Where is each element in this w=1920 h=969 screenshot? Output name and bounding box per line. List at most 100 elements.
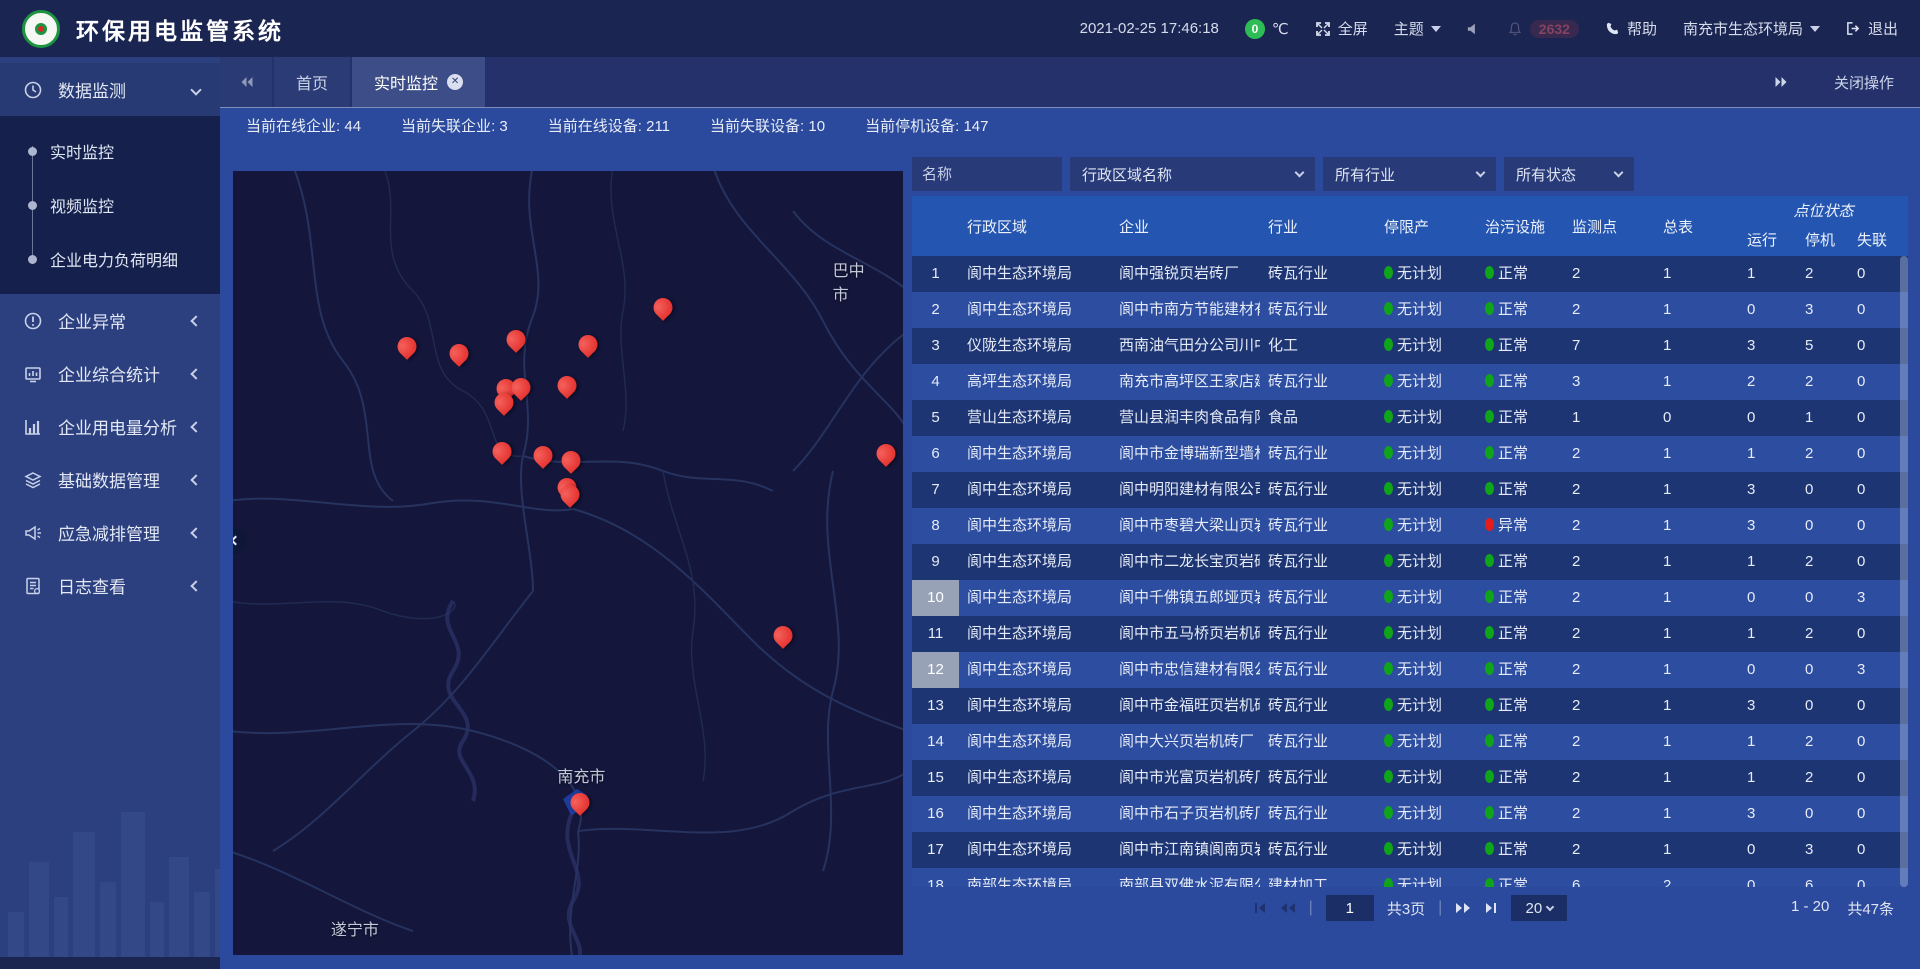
map-pin-icon[interactable] [506,330,525,349]
page-number-input[interactable] [1326,895,1374,921]
mute-button[interactable] [1467,22,1481,36]
chevron-down-icon [1431,26,1441,32]
status-dot-icon [1485,878,1494,887]
map-pin-icon[interactable] [579,335,598,354]
theme-dropdown[interactable]: 主题 [1394,18,1441,39]
table-row[interactable]: 10 阆中生态环境局 阆中千佛镇五郎垭页岩 砖瓦行业 无计划 正常 2 1 0 … [912,580,1908,616]
bell-icon [1507,21,1523,37]
tabs-scroll-right-button[interactable] [1756,57,1808,107]
industry-filter-select[interactable]: 所有行业 [1323,157,1496,191]
table-row[interactable]: 6 阆中生态环境局 阆中市金博瑞新型墙材 砖瓦行业 无计划 正常 2 1 1 2 [912,436,1908,472]
map-pin-icon[interactable] [571,793,590,812]
map-pin-icon[interactable] [450,344,469,363]
status-filter-select[interactable]: 所有状态 [1504,157,1634,191]
cell-limit-status: 无计划 [1376,436,1477,472]
first-page-button[interactable] [1253,902,1267,914]
table-row[interactable]: 5 营山生态环境局 营山县润丰肉食品有限 食品 无计划 正常 1 0 0 1 0 [912,400,1908,436]
help-button[interactable]: 帮助 [1605,18,1657,39]
sidebar-item-power-usage-analysis[interactable]: 企业用电量分析 [0,400,220,453]
table-row[interactable]: 11 阆中生态环境局 阆中市五马桥页岩机砖 砖瓦行业 无计划 正常 2 1 1 … [912,616,1908,652]
cell-limit-status: 无计划 [1376,616,1477,652]
temperature-widget: 0 ℃ [1245,19,1289,39]
row-index: 14 [912,724,959,760]
table-row[interactable]: 2 阆中生态环境局 阆中市南方节能建材有 砖瓦行业 无计划 正常 2 1 0 3 [912,292,1908,328]
column-header-facility: 治污设施 [1477,196,1564,256]
map-pin-icon[interactable] [493,442,512,461]
status-dot-icon [1485,806,1494,819]
previous-page-button[interactable] [1280,902,1296,914]
map-pin-icon[interactable] [562,451,581,470]
close-operations-button[interactable]: 关闭操作 [1808,57,1920,107]
page-size-select[interactable]: 20 [1511,895,1567,921]
enterprise-table-panel: 行政区域名称 所有行业 所有状态 行政区域 企业 行业 停限产 治污设施 [912,157,1908,925]
sidebar-item-data-monitoring[interactable]: 数据监测 [0,63,220,116]
status-dot-icon [1485,374,1494,387]
region-filter-select[interactable]: 行政区域名称 [1070,157,1315,191]
table-row[interactable]: 13 阆中生态环境局 阆中市金福旺页岩机砖 砖瓦行业 无计划 正常 2 1 3 … [912,688,1908,724]
cell-total-meter: 1 [1655,436,1739,472]
stat-item: 当前在线企业44 [246,115,361,136]
sidebar-item-enterprise-statistics[interactable]: 企业综合统计 [0,347,220,400]
map-pin-icon[interactable] [561,485,580,504]
table-row[interactable]: 8 阆中生态环境局 阆中市枣碧大梁山页岩 砖瓦行业 无计划 异常 2 1 3 0 [912,508,1908,544]
table-row[interactable]: 3 仪陇生态环境局 西南油气田分公司川中 化工 无计划 正常 7 1 3 5 0 [912,328,1908,364]
logout-button[interactable]: 退出 [1846,18,1898,39]
tabs-scroll-left-button[interactable] [220,57,272,107]
sidebar-item-video-monitoring[interactable]: 视频监控 [0,178,220,232]
column-group-point-status: 点位状态 [1739,196,1908,222]
map-pin-icon[interactable] [494,393,513,412]
notifications[interactable]: 2632 [1507,20,1579,38]
table-row[interactable]: 18 南部生态环境局 南部县双佛水泥有限公 建材加工 无计划 正常 6 2 0 … [912,868,1908,887]
status-dot-icon [1485,590,1494,603]
last-page-button[interactable] [1484,902,1498,914]
tab-home[interactable]: 首页 [274,57,350,107]
cell-stopped: 0 [1797,688,1849,724]
chevron-left-icon [190,580,201,591]
cell-total-meter: 1 [1655,508,1739,544]
table-row[interactable]: 4 高坪生态环境局 南充市高坪区王家店建 砖瓦行业 无计划 正常 3 1 2 2 [912,364,1908,400]
stats-board-icon [22,364,44,384]
fullscreen-button[interactable]: 全屏 [1315,18,1368,39]
table-row[interactable]: 16 阆中生态环境局 阆中市石子页岩机砖厂 砖瓦行业 无计划 正常 2 1 3 … [912,796,1908,832]
map-pin-icon[interactable] [654,298,673,317]
name-filter-input[interactable] [912,157,1062,191]
map-pin-icon[interactable] [398,337,417,356]
table-row[interactable]: 9 阆中生态环境局 阆中市二龙长宝页岩砖 砖瓦行业 无计划 正常 2 1 1 2 [912,544,1908,580]
table-row[interactable]: 7 阆中生态环境局 阆中明阳建材有限公司 砖瓦行业 无计划 正常 2 1 3 0 [912,472,1908,508]
sidebar-item-enterprise-anomaly[interactable]: 企业异常 [0,294,220,347]
sidebar-item-power-load-detail[interactable]: 企业电力负荷明细 [0,232,220,286]
table-row[interactable]: 15 阆中生态环境局 阆中市光富页岩机砖厂 砖瓦行业 无计划 正常 2 1 1 … [912,760,1908,796]
table-row[interactable]: 17 阆中生态环境局 阆中市江南镇阆南页岩 砖瓦行业 无计划 正常 2 1 0 … [912,832,1908,868]
status-dot-icon [1485,662,1494,675]
table-row[interactable]: 14 阆中生态环境局 阆中大兴页岩机砖厂 砖瓦行业 无计划 正常 2 1 1 2 [912,724,1908,760]
cell-industry: 砖瓦行业 [1260,292,1376,328]
map-pin-icon[interactable] [774,626,793,645]
sidebar-item-realtime-monitoring[interactable]: 实时监控 [0,124,220,178]
sidebar-item-log-view[interactable]: 日志查看 [0,559,220,612]
status-dot-icon [1384,482,1393,495]
cell-industry: 砖瓦行业 [1260,580,1376,616]
tab-realtime-monitoring[interactable]: 实时监控 ✕ [352,57,485,107]
tab-close-icon[interactable]: ✕ [447,74,463,90]
cell-industry: 砖瓦行业 [1260,688,1376,724]
cell-monitor-count: 2 [1564,832,1655,868]
map-pin-icon[interactable] [558,376,577,395]
sidebar-item-base-data-management[interactable]: 基础数据管理 [0,453,220,506]
map-pin-icon[interactable] [512,378,531,397]
cell-total-meter: 2 [1655,868,1739,887]
chevron-down-icon [1546,902,1554,910]
alert-circle-icon [22,311,44,331]
cell-limit-status: 无计划 [1376,868,1477,887]
table-row[interactable]: 1 阆中生态环境局 阆中强锐页岩砖厂 砖瓦行业 无计划 正常 2 1 1 2 0 [912,256,1908,292]
table-scrollbar[interactable] [1900,256,1908,887]
map-pin-icon[interactable] [534,446,553,465]
sidebar-item-emergency-reduction[interactable]: 应急减排管理 [0,506,220,559]
map-panel[interactable]: 巴中市 南充市 遂宁市 [233,171,903,955]
map-pin-icon[interactable] [876,444,895,463]
cell-running: 1 [1739,760,1797,796]
table-row[interactable]: 12 阆中生态环境局 阆中市忠信建材有限公 砖瓦行业 无计划 正常 2 1 0 … [912,652,1908,688]
notification-count-badge: 2632 [1530,20,1579,38]
next-page-button[interactable] [1455,902,1471,914]
cell-facility-status: 正常 [1477,472,1564,508]
user-dropdown[interactable]: 南充市生态环境局 [1683,18,1820,39]
